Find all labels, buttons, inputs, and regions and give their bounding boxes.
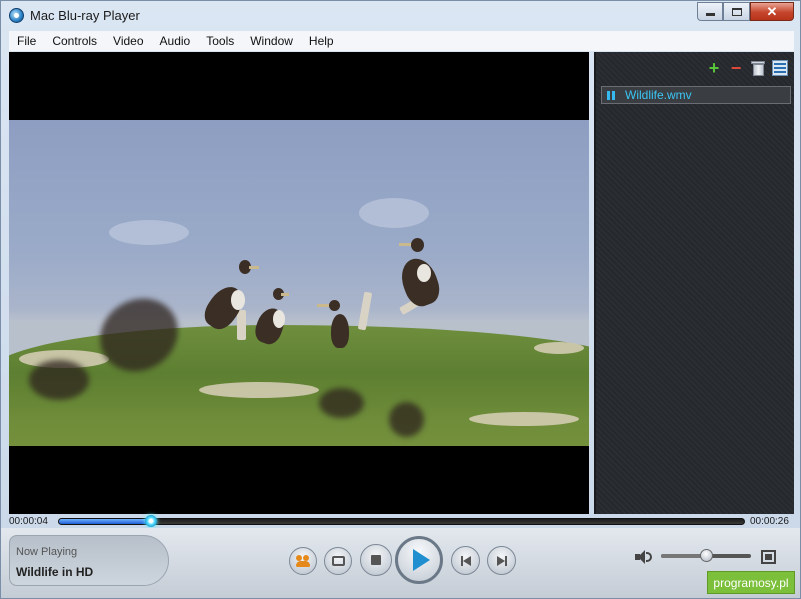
minimize-icon [705, 13, 715, 16]
seek-handle[interactable] [145, 515, 158, 527]
menu-audio[interactable]: Audio [152, 34, 199, 48]
current-time: 00:00:04 [9, 516, 48, 527]
menu-bar: File Controls Video Audio Tools Window H… [9, 31, 794, 51]
video-frame [9, 120, 589, 446]
playlist-toolbar: + − [706, 59, 788, 77]
playlist-panel: + − Wildlife.wmv [594, 52, 794, 514]
previous-button[interactable] [451, 546, 480, 575]
folder-icon [331, 556, 345, 566]
volume-icon[interactable] [635, 550, 653, 564]
play-icon [413, 549, 430, 571]
video-area[interactable] [9, 52, 589, 514]
maximize-button[interactable] [723, 2, 750, 21]
maximize-icon [731, 7, 742, 16]
volume-slider[interactable] [661, 549, 751, 562]
people-icon [296, 555, 310, 567]
add-icon[interactable]: + [706, 59, 722, 77]
trash-icon[interactable] [750, 60, 766, 76]
cloud [359, 198, 429, 228]
previous-icon [460, 555, 471, 566]
close-icon: ✕ [766, 3, 778, 19]
menu-file[interactable]: File [9, 34, 44, 48]
menu-window[interactable]: Window [242, 34, 301, 48]
sand-patch [199, 382, 319, 398]
app-icon [9, 8, 24, 23]
open-file-button[interactable] [324, 547, 352, 575]
blurred-bird [319, 388, 364, 418]
volume-handle[interactable] [700, 549, 713, 562]
playlist-view-icon[interactable] [772, 60, 788, 76]
playlist-item[interactable]: Wildlife.wmv [601, 86, 791, 104]
blurred-bird [389, 402, 424, 437]
blurred-bird [29, 360, 89, 400]
driftwood [357, 291, 373, 331]
next-button[interactable] [487, 546, 516, 575]
watermark: programosy.pl [707, 571, 795, 594]
driftwood [237, 310, 246, 340]
cloud [109, 220, 189, 245]
window-title: Mac Blu-ray Player [30, 8, 140, 23]
sand-patch [469, 412, 579, 426]
fullscreen-icon[interactable] [761, 550, 776, 564]
stop-button[interactable] [360, 544, 392, 576]
next-icon [496, 555, 507, 566]
minimize-button[interactable] [697, 2, 723, 21]
stop-icon [371, 555, 381, 565]
window-controls: ✕ [697, 2, 794, 21]
now-playing-title: Wildlife in HD [16, 565, 94, 579]
close-button[interactable]: ✕ [750, 2, 794, 21]
playlist-item-name: Wildlife.wmv [625, 88, 692, 102]
now-playing-panel: Now Playing Wildlife in HD [9, 535, 169, 586]
control-bar: Now Playing Wildlife in HD [1, 528, 800, 598]
sand-patch [534, 342, 584, 354]
total-time: 00:00:26 [750, 516, 789, 527]
menu-tools[interactable]: Tools [198, 34, 242, 48]
remove-icon[interactable]: − [728, 59, 744, 77]
pause-icon [607, 90, 617, 100]
community-button[interactable] [289, 547, 317, 575]
menu-video[interactable]: Video [105, 34, 151, 48]
title-bar[interactable]: Mac Blu-ray Player ✕ [1, 1, 800, 31]
now-playing-label: Now Playing [16, 546, 78, 558]
app-window: Mac Blu-ray Player ✕ File Controls Video… [0, 0, 801, 599]
menu-controls[interactable]: Controls [44, 34, 105, 48]
menu-help[interactable]: Help [301, 34, 342, 48]
play-button[interactable] [395, 536, 443, 584]
seek-bar-fill [59, 519, 152, 524]
seek-bar[interactable] [58, 515, 745, 527]
